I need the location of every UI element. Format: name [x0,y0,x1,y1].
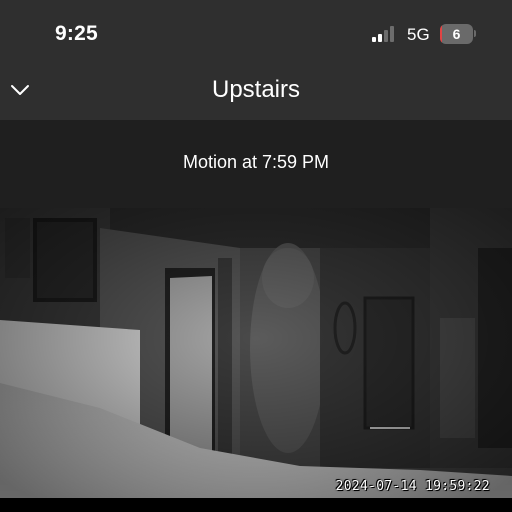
bottom-strip [0,498,512,512]
status-bar: 9:25 5G 6 [0,0,512,70]
status-time: 9:25 [55,22,98,45]
battery-icon: 6 [440,24,473,44]
network-type: 5G [407,25,430,44]
event-header: Motion at 7:59 PM [0,120,512,208]
signal-bars-icon [372,26,398,42]
event-label: Motion at 7:59 PM [182,152,330,172]
night-vision-frame [0,208,512,498]
video-player[interactable]: 2024-07-14 19:59:22 [0,208,512,498]
battery-level: 6 [452,26,461,42]
nav-bar: Upstairs [0,70,512,120]
page-title: Upstairs [211,76,301,103]
video-timestamp: 2024-07-14 19:59:22 [335,479,490,494]
battery-nub [474,30,476,37]
